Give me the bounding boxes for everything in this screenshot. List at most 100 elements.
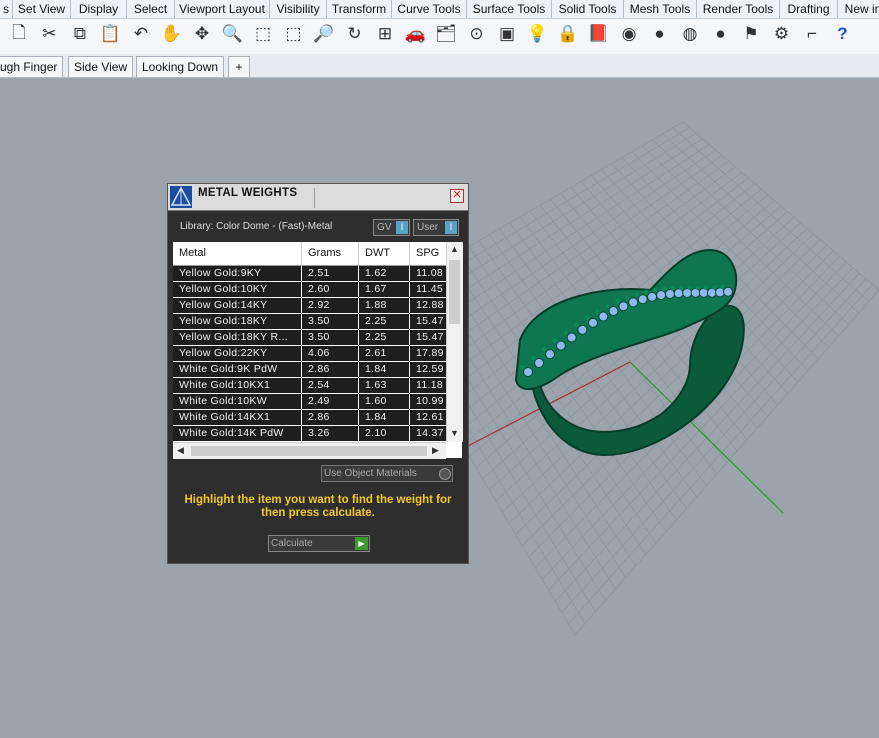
cell-spg: 10.99 bbox=[416, 395, 444, 407]
scroll-left-icon[interactable]: ◀ bbox=[177, 445, 184, 456]
gv-toggle-button[interactable]: GV I bbox=[373, 219, 410, 236]
cell-grams: 4.06 bbox=[302, 346, 359, 361]
metal-weights-dialog: METAL WEIGHTS ✕ Library: Color Dome - (F… bbox=[167, 183, 469, 564]
render-globe-icon[interactable]: ◍ bbox=[679, 23, 701, 45]
radio-indicator-icon bbox=[439, 468, 451, 480]
cell-spg: 14.37 bbox=[416, 427, 444, 439]
paste-icon[interactable]: 📋 bbox=[100, 23, 122, 45]
menu-item-drafting[interactable]: Drafting bbox=[780, 0, 838, 18]
menu-item-set-view[interactable]: Set View bbox=[13, 0, 71, 18]
layer-book-icon[interactable]: 📕 bbox=[588, 23, 610, 45]
cell-dwt: 2.10 bbox=[359, 426, 410, 441]
copy-icon[interactable]: ⧉ bbox=[69, 23, 91, 45]
properties-icon[interactable]: ▣ bbox=[496, 23, 518, 45]
tab-looking-down[interactable]: Looking Down bbox=[136, 56, 225, 77]
menu-item-curve-tools[interactable]: Curve Tools bbox=[392, 0, 467, 18]
lock-icon[interactable]: 🔒 bbox=[557, 23, 579, 45]
menu-item-visibility[interactable]: Visibility bbox=[270, 0, 327, 18]
cell-spg: 11.18 bbox=[416, 379, 443, 391]
instruction-text: Highlight the item you want to find the … bbox=[184, 494, 452, 519]
cell-dwt: 2.25 bbox=[359, 314, 410, 329]
menu-item-mesh-tools[interactable]: Mesh Tools bbox=[624, 0, 697, 18]
menu-item-viewport-layout[interactable]: Viewport Layout bbox=[175, 0, 270, 18]
table-row[interactable]: Yellow Gold:18KY 3.50 2.25 15.47 bbox=[173, 314, 446, 330]
rotate-3d-icon[interactable]: ↻ bbox=[344, 23, 366, 45]
cell-metal: Yellow Gold:18KY R... bbox=[173, 330, 302, 345]
cell-metal: White Gold:10KX1 bbox=[173, 378, 302, 393]
zoom-icon[interactable]: 🔍 bbox=[222, 23, 244, 45]
cell-dwt: 1.67 bbox=[359, 282, 410, 297]
use-object-materials-label: Use Object Materials bbox=[324, 468, 417, 479]
vertical-scrollbar[interactable]: ▲ ▼ bbox=[446, 242, 463, 442]
table-row[interactable]: Yellow Gold:10KY 2.60 1.67 11.45 bbox=[173, 282, 446, 298]
table-row[interactable]: White Gold:14K PdW 3.26 2.10 14.37 bbox=[173, 426, 446, 442]
cell-dwt: 1.88 bbox=[359, 298, 410, 313]
scroll-down-icon[interactable]: ▼ bbox=[450, 428, 459, 438]
column-header-grams[interactable]: Grams bbox=[302, 242, 359, 265]
pan-hand-icon[interactable]: ✋ bbox=[161, 23, 183, 45]
pointer-flag-icon[interactable]: ⚑ bbox=[740, 23, 762, 45]
menu-item-new-in[interactable]: New in bbox=[838, 0, 879, 18]
cell-metal: White Gold:10KW bbox=[173, 394, 302, 409]
undo-icon[interactable]: ↶ bbox=[130, 23, 152, 45]
cell-spg: 11.45 bbox=[416, 283, 443, 295]
cell-grams: 2.51 bbox=[302, 266, 359, 281]
menu-item-select[interactable]: Select bbox=[127, 0, 175, 18]
new-document-icon[interactable]: 🗋 bbox=[8, 23, 30, 45]
column-header-metal[interactable]: Metal bbox=[173, 242, 302, 265]
menu-item-transform[interactable]: Transform bbox=[327, 0, 392, 18]
cell-dwt: 1.62 bbox=[359, 266, 410, 281]
blue-sphere-icon[interactable]: ● bbox=[710, 23, 732, 45]
cell-metal: Yellow Gold:18KY bbox=[173, 314, 302, 329]
cell-spg: 12.88 bbox=[416, 299, 444, 311]
table-row[interactable]: White Gold:10KX1 2.54 1.63 11.18 bbox=[173, 378, 446, 394]
render-sphere-icon[interactable]: ● bbox=[649, 23, 671, 45]
layer-icon[interactable]: 🗂 bbox=[435, 23, 457, 45]
table-row[interactable]: White Gold:9K PdW 2.86 1.84 12.59 bbox=[173, 362, 446, 378]
menu-item-display[interactable]: Display bbox=[71, 0, 127, 18]
cut-icon[interactable]: ✂ bbox=[39, 23, 61, 45]
close-icon[interactable]: ✕ bbox=[450, 189, 464, 203]
menu-item-partial[interactable]: s bbox=[0, 0, 13, 18]
horizontal-scroll-thumb[interactable] bbox=[191, 446, 427, 456]
tab-rough-finger[interactable]: ugh Finger bbox=[0, 56, 64, 77]
dimension-icon[interactable]: ⌐ bbox=[801, 23, 823, 45]
table-row[interactable]: Yellow Gold:14KY 2.92 1.88 12.88 bbox=[173, 298, 446, 314]
scroll-right-icon[interactable]: ▶ bbox=[432, 445, 439, 456]
color-wheel-icon[interactable]: ◉ bbox=[618, 23, 640, 45]
column-header-spg[interactable]: SPG bbox=[410, 242, 446, 265]
table-row[interactable]: Yellow Gold:9KY 2.51 1.62 11.08 bbox=[173, 266, 446, 282]
column-header-dwt[interactable]: DWT bbox=[359, 242, 410, 265]
dialog-title-bar[interactable]: METAL WEIGHTS ✕ bbox=[168, 184, 468, 211]
user-label: User bbox=[417, 222, 439, 233]
vertical-scroll-thumb[interactable] bbox=[449, 260, 460, 324]
table-row[interactable]: Yellow Gold:22KY 4.06 2.61 17.89 bbox=[173, 346, 446, 362]
rotate-view-icon[interactable]: ✥ bbox=[191, 23, 213, 45]
tab-side-view[interactable]: Side View bbox=[68, 56, 134, 77]
gear-settings-icon[interactable]: ⚙ bbox=[771, 23, 793, 45]
add-tab-button[interactable]: + bbox=[228, 56, 250, 77]
user-toggle-button[interactable]: User I bbox=[413, 219, 459, 236]
four-viewports-icon[interactable]: ⊞ bbox=[374, 23, 396, 45]
help-icon[interactable]: ? bbox=[832, 23, 854, 45]
menu-item-surface-tools[interactable]: Surface Tools bbox=[467, 0, 552, 18]
menu-item-render-tools[interactable]: Render Tools bbox=[697, 0, 780, 18]
table-row[interactable]: White Gold:10KW 2.49 1.60 10.99 bbox=[173, 394, 446, 410]
table-row[interactable]: White Gold:14KX1 2.86 1.84 12.61 bbox=[173, 410, 446, 426]
zoom-extents-icon[interactable]: ⬚ bbox=[283, 23, 305, 45]
menu-item-solid-tools[interactable]: Solid Tools bbox=[552, 0, 624, 18]
cell-spg: 12.61 bbox=[416, 411, 444, 423]
use-object-materials-toggle[interactable]: Use Object Materials bbox=[321, 465, 453, 482]
calculate-button[interactable]: Calculate ▶ bbox=[268, 535, 370, 552]
cell-spg: 12.59 bbox=[416, 363, 444, 375]
zoom-selected-icon[interactable]: 🔎 bbox=[313, 23, 335, 45]
cell-grams: 3.26 bbox=[302, 426, 359, 441]
table-row[interactable]: Yellow Gold:18KY R... 3.50 2.25 15.47 bbox=[173, 330, 446, 346]
light-bulb-icon[interactable]: 💡 bbox=[527, 23, 549, 45]
point-icon[interactable]: ⊙ bbox=[466, 23, 488, 45]
car-icon[interactable]: 🚗 bbox=[405, 23, 427, 45]
scroll-up-icon[interactable]: ▲ bbox=[450, 244, 459, 254]
gv-toggle-indicator: I bbox=[396, 221, 408, 234]
zoom-window-icon[interactable]: ⬚ bbox=[252, 23, 274, 45]
horizontal-scrollbar[interactable]: ◀ ▶ bbox=[173, 442, 446, 459]
